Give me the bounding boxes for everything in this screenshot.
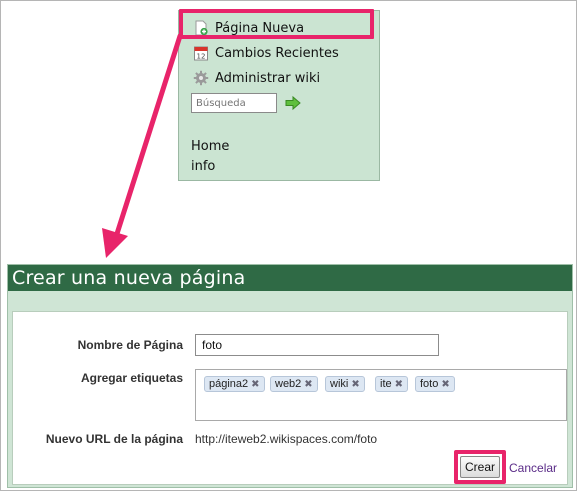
- dialog-title: Crear una nueva página: [8, 265, 572, 291]
- tag-label: foto: [420, 378, 439, 390]
- tag-label: ite: [380, 378, 392, 390]
- tag-label: wiki: [330, 378, 349, 390]
- tag-label: página2: [209, 378, 249, 390]
- tag-chip[interactable]: página2 ✖: [204, 376, 265, 392]
- remove-tag-icon[interactable]: ✖: [441, 379, 449, 390]
- remove-tag-icon[interactable]: ✖: [395, 379, 403, 390]
- url-label: Nuevo URL de la página: [45, 432, 183, 446]
- remove-tag-icon[interactable]: ✖: [251, 379, 259, 390]
- page-name-input[interactable]: [195, 334, 439, 356]
- highlight-box-create: [454, 450, 506, 484]
- tags-label: Agregar etiquetas: [80, 371, 183, 385]
- url-value: http://iteweb2.wikispaces.com/foto: [195, 432, 378, 446]
- tag-chip[interactable]: web2 ✖: [270, 376, 318, 392]
- tag-chip[interactable]: wiki ✖: [325, 376, 365, 392]
- page-name-label: Nombre de Página: [77, 338, 183, 352]
- tag-label: web2: [275, 378, 302, 390]
- tags-field[interactable]: página2 ✖ web2 ✖ wiki ✖ ite ✖ foto ✖: [195, 369, 567, 421]
- tag-chip[interactable]: ite ✖: [375, 376, 409, 392]
- remove-tag-icon[interactable]: ✖: [304, 379, 312, 390]
- cancel-link[interactable]: Cancelar: [509, 461, 557, 475]
- tag-chip[interactable]: foto ✖: [415, 376, 455, 392]
- remove-tag-icon[interactable]: ✖: [351, 379, 359, 390]
